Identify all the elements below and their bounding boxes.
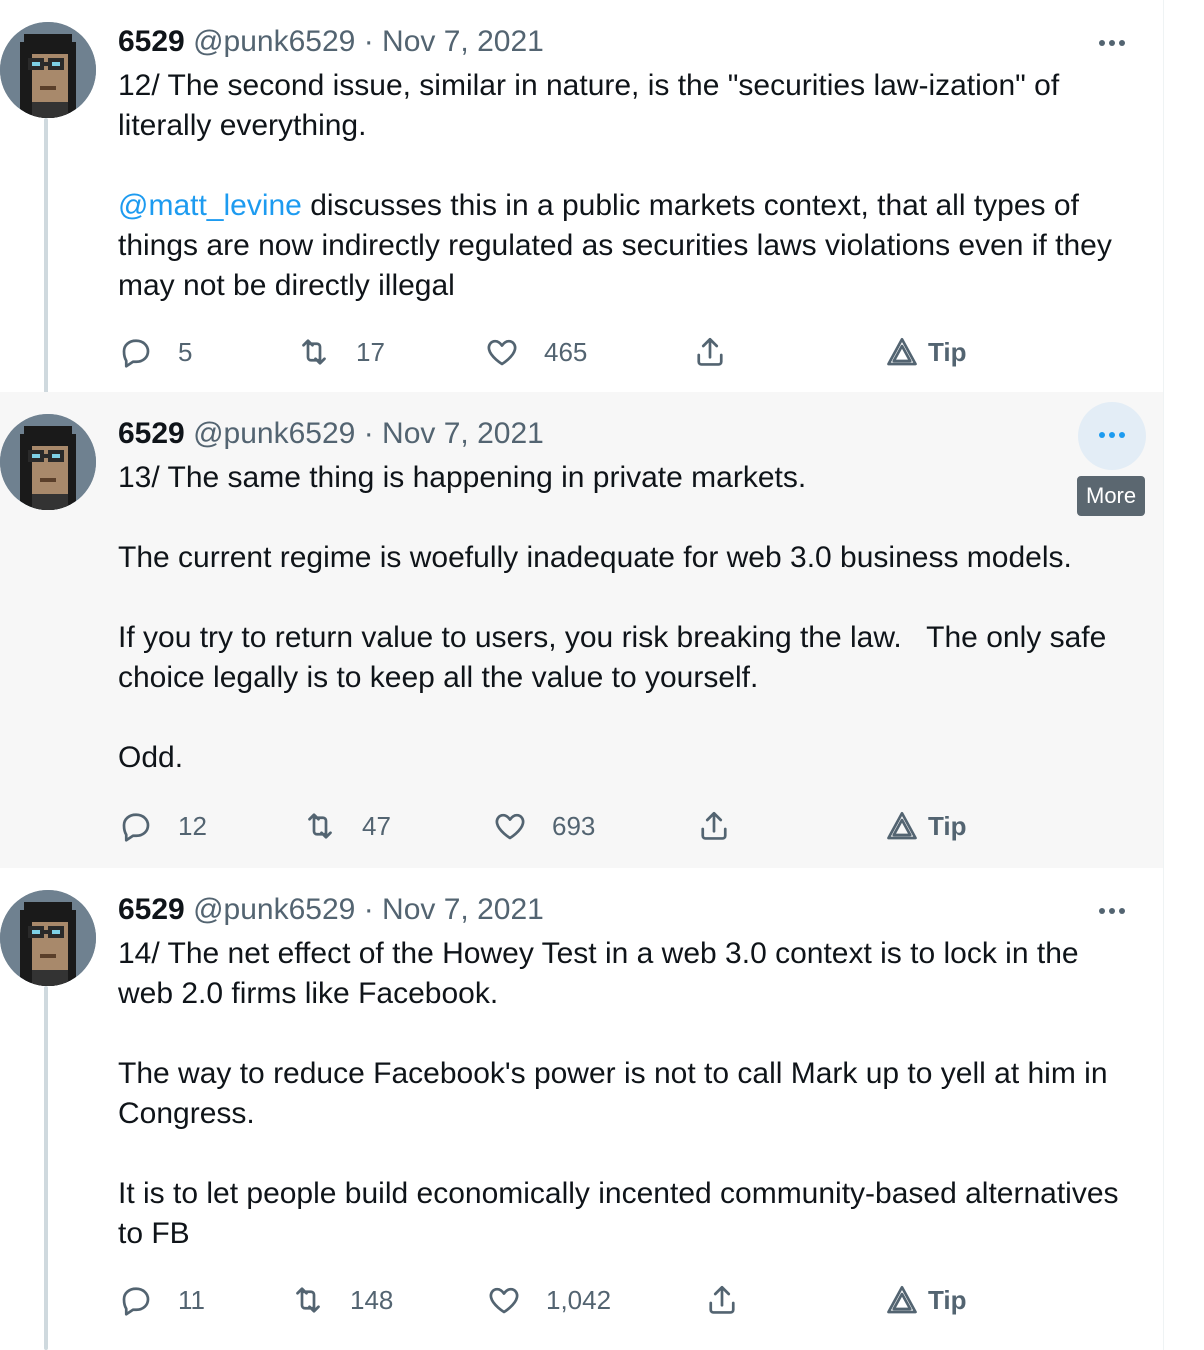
like-button[interactable]: 1,042 (486, 1280, 611, 1320)
timestamp[interactable]: Nov 7, 2021 (382, 417, 544, 450)
tweet-text: 13/ The same thing is happening in priva… (118, 458, 1128, 778)
tweet-paragraph: 13/ The same thing is happening in priva… (118, 461, 807, 494)
tip-icon (887, 811, 917, 840)
tip-button[interactable]: Tip (884, 806, 967, 846)
more-icon (1099, 40, 1105, 46)
tweet-paragraph: If you try to return value to users, you… (118, 621, 1115, 694)
like-count: 693 (552, 810, 596, 841)
tweet-12[interactable]: 6529 @punk6529 · Nov 7, 2021 12/ The sec… (0, 0, 1163, 392)
tweet-header: 6529 @punk6529 · Nov 7, 2021 (118, 890, 544, 930)
tweet-text: 14/ The net effect of the Howey Test in … (118, 934, 1128, 1254)
more-icon-dot (1109, 40, 1115, 46)
share-button[interactable] (704, 1280, 740, 1320)
handle[interactable]: @punk6529 (193, 25, 355, 58)
tip-label: Tip (928, 1284, 967, 1315)
tweet-paragraph: 14/ The net effect of the Howey Test in … (118, 937, 1079, 1010)
share-button[interactable] (692, 332, 728, 372)
retweet-button[interactable]: 148 (290, 1280, 393, 1320)
tweet-header: 6529 @punk6529 · Nov 7, 2021 (118, 22, 544, 62)
separator: · (363, 417, 374, 450)
separator: · (363, 893, 374, 926)
like-button[interactable]: 465 (484, 332, 587, 372)
handle[interactable]: @punk6529 (193, 417, 355, 450)
tweet-paragraph: It is to let people build economically i… (118, 1177, 1119, 1250)
timestamp[interactable]: Nov 7, 2021 (382, 25, 544, 58)
reply-icon (122, 339, 150, 368)
reply-icon (122, 813, 150, 842)
avatar[interactable] (0, 890, 96, 986)
reply-button[interactable]: 12 (118, 806, 207, 846)
retweet-icon (308, 813, 332, 839)
column-border (1163, 0, 1164, 1350)
reply-button[interactable]: 11 (118, 1280, 205, 1320)
share-button[interactable] (696, 806, 732, 846)
tip-button[interactable]: Tip (884, 1280, 967, 1320)
share-icon (701, 811, 727, 840)
reply-count: 12 (178, 810, 207, 841)
more-icon-dot (1119, 40, 1125, 46)
retweet-button[interactable]: 47 (302, 806, 391, 846)
more-icon-dot (1109, 908, 1115, 914)
retweet-icon (302, 339, 326, 365)
like-icon (487, 339, 517, 366)
display-name[interactable]: 6529 (118, 893, 185, 926)
tweet-14[interactable]: 6529 @punk6529 · Nov 7, 2021 14/ The net… (0, 868, 1163, 1350)
tip-label: Tip (928, 336, 967, 367)
share-icon (697, 337, 723, 366)
like-count: 1,042 (546, 1284, 612, 1315)
tweet-13[interactable]: 6529 @punk6529 · Nov 7, 2021 More 13/ Th… (0, 392, 1163, 868)
retweet-count: 148 (350, 1284, 394, 1315)
reply-count: 11 (178, 1284, 205, 1315)
reply-icon (122, 1287, 150, 1316)
reply-count: 5 (178, 336, 193, 367)
tip-icon (887, 337, 917, 366)
more-icon (1099, 908, 1105, 914)
like-icon (495, 813, 525, 840)
like-icon (489, 1287, 519, 1314)
tip-button[interactable]: Tip (884, 332, 967, 372)
action-bar: 12 47 693 Tip (118, 806, 1018, 846)
more-icon-dot (1109, 432, 1115, 438)
action-bar: 11 148 1,042 Tip (118, 1280, 1018, 1320)
more-icon-dot (1119, 432, 1125, 438)
display-name[interactable]: 6529 (118, 417, 185, 450)
tweet-paragraph: The current regime is woefully inadequat… (118, 541, 1072, 574)
more-icon-dot (1119, 908, 1125, 914)
tweet-paragraph: The way to reduce Facebook's power is no… (118, 1057, 1108, 1130)
retweet-count: 47 (362, 810, 391, 841)
avatar[interactable] (0, 22, 96, 118)
more-icon (1099, 432, 1105, 438)
mention-link[interactable]: @matt_levine (118, 189, 302, 222)
reply-button[interactable]: 5 (118, 332, 192, 372)
tweet-text: 12/ The second issue, similar in nature,… (118, 66, 1128, 306)
handle[interactable]: @punk6529 (193, 893, 355, 926)
retweet-button[interactable]: 17 (296, 332, 385, 372)
retweet-icon (296, 1287, 320, 1313)
separator: · (363, 25, 374, 58)
tweet-paragraph: 12/ The second issue, similar in nature,… (118, 69, 1060, 142)
like-count: 465 (544, 336, 588, 367)
like-button[interactable]: 693 (492, 806, 595, 846)
retweet-count: 17 (356, 336, 385, 367)
tweet-paragraph: Odd. (118, 741, 184, 774)
tip-label: Tip (928, 810, 967, 841)
avatar[interactable] (0, 414, 96, 510)
share-icon (709, 1285, 735, 1314)
timestamp[interactable]: Nov 7, 2021 (382, 893, 544, 926)
tweet-paragraph: @matt_levine discusses this in a public … (118, 186, 1128, 306)
display-name[interactable]: 6529 (118, 25, 185, 58)
action-bar: 5 17 465 Tip (118, 332, 1018, 372)
tweet-header: 6529 @punk6529 · Nov 7, 2021 (118, 414, 544, 454)
tip-icon (887, 1285, 917, 1314)
